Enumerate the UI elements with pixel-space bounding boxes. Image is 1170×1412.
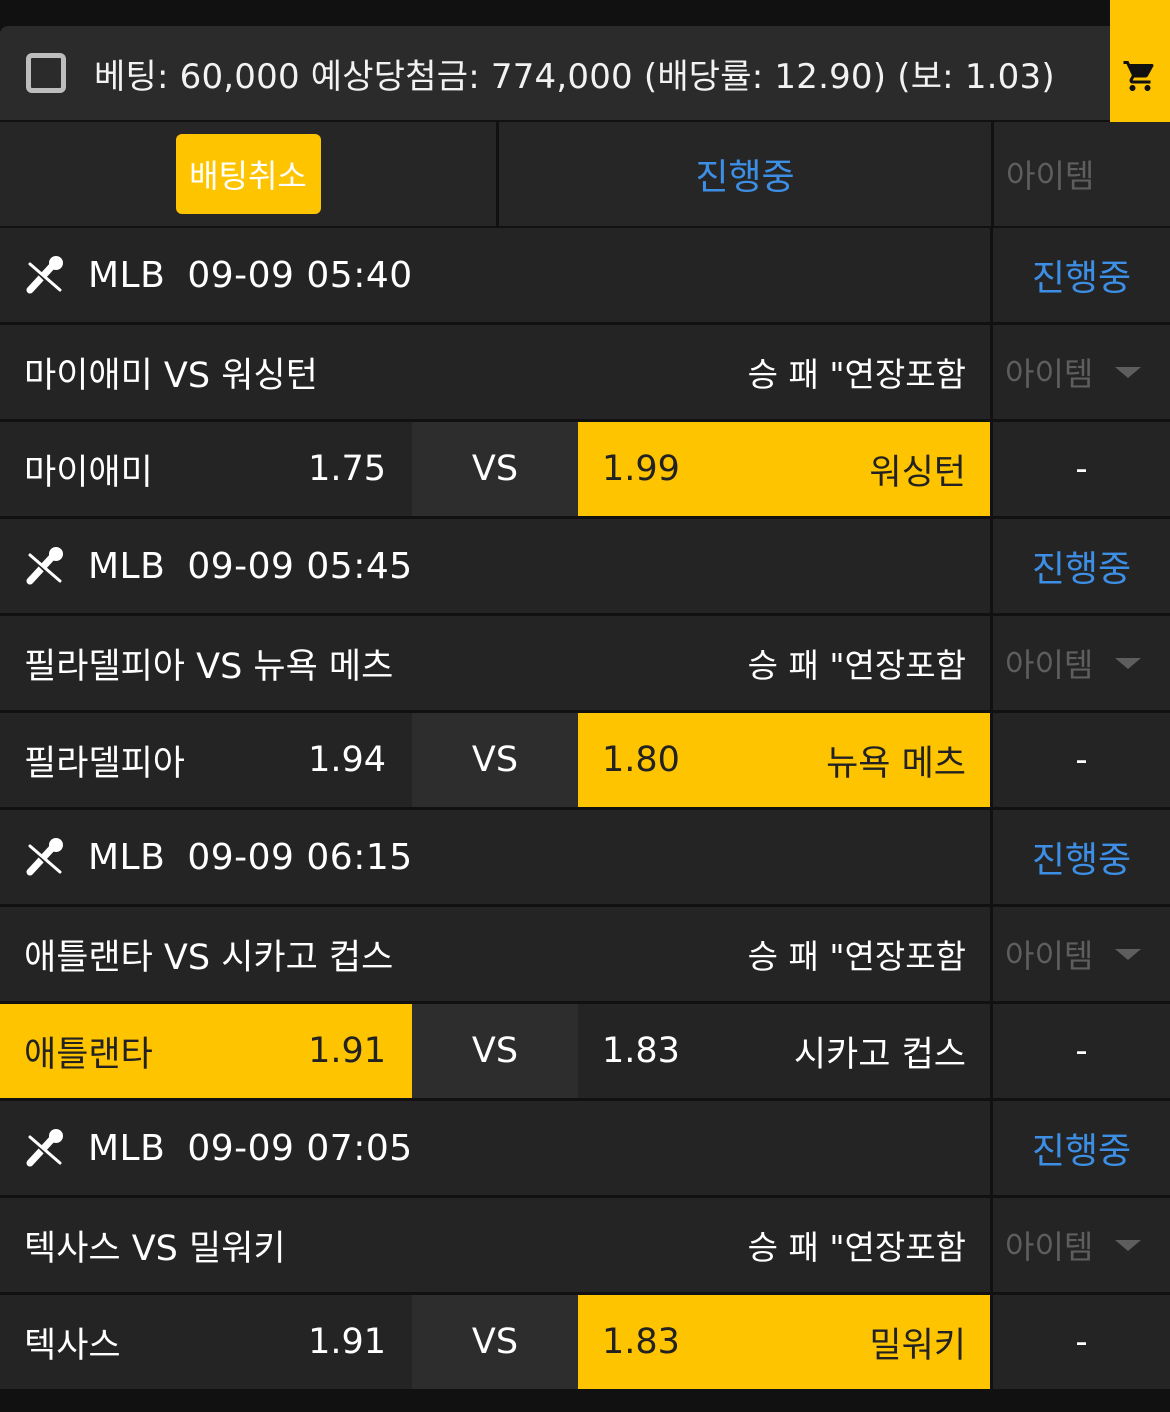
game-header-row: MLB 09-09 05:40 진행중: [0, 228, 1170, 322]
home-team: 필라델피아: [24, 743, 186, 784]
game-header-row: MLB 09-09 05:45 진행중: [0, 519, 1170, 613]
baseball-icon: [26, 838, 63, 876]
bet-type: 승 패 "연장포함: [747, 1228, 966, 1267]
baseball-icon: [26, 256, 63, 294]
game-datetime: 09-09 07:05: [187, 1127, 413, 1169]
away-odds-button[interactable]: 1.83 밀워키: [578, 1295, 990, 1389]
bet-status-label: 진행중: [695, 157, 795, 198]
game-status: 진행중: [1031, 549, 1132, 590]
match-title: 텍사스 VS 밀워키: [24, 1228, 286, 1269]
game-title-row: 마이애미 VS 워싱턴 승 패 "연장포함 아이템: [0, 325, 1170, 419]
game-result: -: [1075, 1322, 1088, 1362]
home-odds: 1.75: [308, 449, 386, 489]
away-odds-button[interactable]: 1.83 시카고 컵스: [578, 1004, 990, 1098]
cancel-bet-button[interactable]: 배팅취소: [175, 134, 321, 214]
item-dropdown-label: 아이템: [1005, 646, 1094, 684]
game-title-row: 애틀랜타 VS 시카고 컵스 승 패 "연장포함 아이템: [0, 907, 1170, 1001]
item-dropdown-label: 아이템: [1005, 1228, 1094, 1266]
home-odds-button[interactable]: 애틀랜타 1.91: [0, 1004, 412, 1098]
away-odds: 1.83: [602, 1322, 680, 1362]
home-odds-button[interactable]: 마이애미 1.75: [0, 422, 412, 516]
away-odds: 1.83: [602, 1031, 680, 1071]
caret-down-icon: [1115, 366, 1142, 378]
game-league: MLB: [88, 545, 166, 587]
item-dropdown[interactable]: 아이템: [993, 616, 1170, 710]
odds-row: 마이애미 1.75 VS 1.99 워싱턴 -: [0, 422, 1170, 516]
home-odds: 1.91: [308, 1031, 386, 1071]
game-result: -: [1075, 1031, 1088, 1071]
bet-actions-row: 배팅취소 진행중 아이템: [0, 122, 1170, 226]
caret-down-icon: [1115, 948, 1142, 960]
away-team: 워싱턴: [869, 452, 966, 493]
cart-icon: [1123, 61, 1154, 91]
odds-row: 필라델피아 1.94 VS 1.80 뉴욕 메츠 -: [0, 713, 1170, 807]
item-label: 아이템: [1006, 157, 1095, 195]
cancel-cell: 배팅취소: [0, 122, 496, 226]
item-dropdown[interactable]: 아이템: [993, 1198, 1170, 1292]
bet-status-cell: 진행중: [499, 122, 991, 226]
away-odds: 1.99: [602, 449, 680, 489]
home-odds-button[interactable]: 필라델피아 1.94: [0, 713, 412, 807]
bet-type: 승 패 "연장포함: [747, 937, 966, 976]
game-status: 진행중: [1031, 840, 1132, 881]
game-datetime: 09-09 05:45: [187, 545, 413, 587]
match-title: 애틀랜타 VS 시카고 컵스: [24, 937, 394, 978]
select-all-checkbox[interactable]: [26, 53, 66, 93]
match-title: 마이애미 VS 워싱턴: [24, 355, 318, 396]
game-result: -: [1075, 449, 1088, 489]
odds-row: 텍사스 1.91 VS 1.83 밀워키 -: [0, 1295, 1170, 1389]
away-team: 시카고 컵스: [793, 1034, 966, 1075]
item-dropdown-label: 아이템: [1005, 355, 1094, 393]
vs-label: VS: [412, 1004, 578, 1098]
away-team: 밀워키: [869, 1325, 966, 1366]
game-league: MLB: [88, 254, 166, 296]
game-header-row: MLB 09-09 06:15 진행중: [0, 810, 1170, 904]
game-result: -: [1075, 740, 1088, 780]
game-title-row: 필라델피아 VS 뉴욕 메츠 승 패 "연장포함 아이템: [0, 616, 1170, 710]
game-datetime: 09-09 06:15: [187, 836, 413, 878]
home-odds: 1.91: [308, 1322, 386, 1362]
game-status: 진행중: [1031, 258, 1132, 299]
match-title: 필라델피아 VS 뉴욕 메츠: [24, 646, 394, 687]
baseball-icon: [26, 547, 63, 585]
vs-label: VS: [412, 713, 578, 807]
home-team: 애틀랜타: [24, 1034, 153, 1075]
caret-down-icon: [1115, 657, 1142, 669]
caret-down-icon: [1115, 1239, 1142, 1251]
item-dropdown[interactable]: 아이템: [993, 325, 1170, 419]
home-odds: 1.94: [308, 740, 386, 780]
away-odds-button[interactable]: 1.99 워싱턴: [578, 422, 990, 516]
bet-type: 승 패 "연장포함: [747, 355, 966, 394]
odds-row: 애틀랜타 1.91 VS 1.83 시카고 컵스 -: [0, 1004, 1170, 1098]
game-league: MLB: [88, 836, 166, 878]
home-odds-button[interactable]: 텍사스 1.91: [0, 1295, 412, 1389]
bet-type: 승 패 "연장포함: [747, 646, 966, 685]
item-dropdown-label: 아이템: [1005, 937, 1094, 975]
away-odds-button[interactable]: 1.80 뉴욕 메츠: [578, 713, 990, 807]
game-datetime: 09-09 05:40: [187, 254, 413, 296]
home-team: 텍사스: [24, 1325, 121, 1366]
game-status: 진행중: [1031, 1131, 1132, 1172]
item-cell[interactable]: 아이템: [994, 122, 1170, 226]
game-league: MLB: [88, 1127, 166, 1169]
bet-slip-page: 베팅: 60,000 예상당첨금: 774,000 (배당률: 12.90) (…: [0, 0, 1170, 1412]
baseball-icon: [26, 1129, 63, 1167]
item-dropdown[interactable]: 아이템: [993, 907, 1170, 1001]
bet-summary-text: 베팅: 60,000 예상당첨금: 774,000 (배당률: 12.90) (…: [94, 56, 1055, 97]
vs-label: VS: [412, 422, 578, 516]
away-odds: 1.80: [602, 740, 680, 780]
game-header-row: MLB 09-09 07:05 진행중: [0, 1101, 1170, 1195]
vs-label: VS: [412, 1295, 578, 1389]
bet-summary-bar: 베팅: 60,000 예상당첨금: 774,000 (배당률: 12.90) (…: [0, 26, 1112, 120]
away-team: 뉴욕 메츠: [826, 743, 966, 784]
home-team: 마이애미: [24, 452, 153, 493]
game-title-row: 텍사스 VS 밀워키 승 패 "연장포함 아이템: [0, 1198, 1170, 1292]
